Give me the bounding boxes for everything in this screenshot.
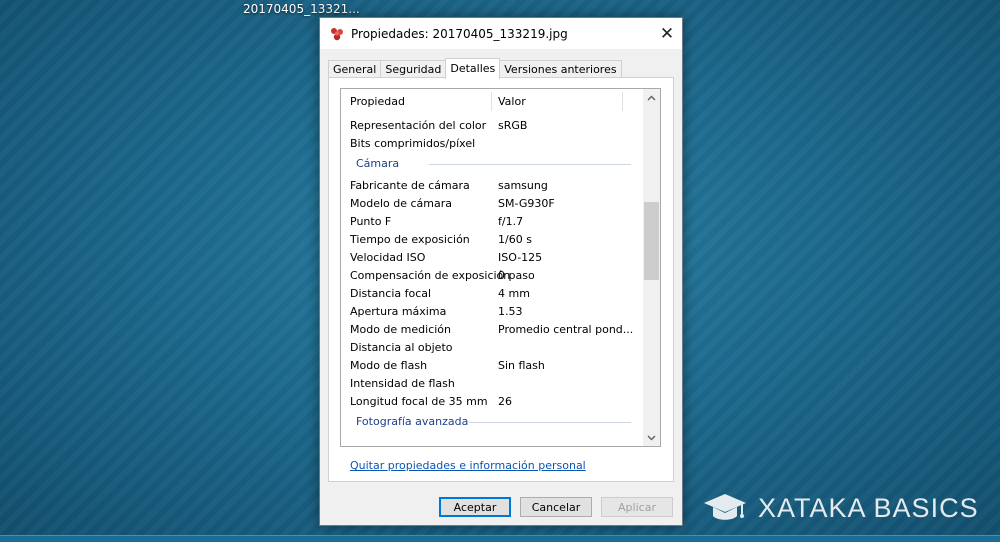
- section-divider: [429, 164, 631, 165]
- table-row[interactable]: Representación del color sRGB: [341, 116, 641, 134]
- section-divider: [469, 422, 631, 423]
- table-row[interactable]: Modelo de cámara SM-G930F: [341, 194, 641, 212]
- tab-general[interactable]: General: [328, 60, 382, 78]
- tab-details[interactable]: Detalles: [445, 58, 501, 79]
- property-value: f/1.7: [498, 215, 524, 228]
- properties-dialog: Propiedades: 20170405_133219.jpg ✕ Gener…: [319, 17, 683, 526]
- table-row[interactable]: Punto F f/1.7: [341, 212, 641, 230]
- property-value: Promedio central pond...: [498, 323, 634, 336]
- column-header: Propiedad Valor: [341, 89, 641, 111]
- property-key: Compensación de exposición: [350, 269, 511, 282]
- close-button[interactable]: ✕: [652, 18, 682, 49]
- property-key: Velocidad ISO: [350, 251, 426, 264]
- property-key: Distancia al objeto: [350, 341, 453, 354]
- table-row[interactable]: Modo de medición Promedio central pond...: [341, 320, 641, 338]
- close-icon: ✕: [659, 23, 675, 44]
- property-key: Fabricante de cámara: [350, 179, 470, 192]
- graduation-cap-icon: [704, 494, 746, 520]
- table-row[interactable]: Intensidad de flash: [341, 374, 641, 392]
- dialog-title: Propiedades: 20170405_133219.jpg: [351, 26, 568, 41]
- property-key: Modelo de cámara: [350, 197, 453, 210]
- title-bar[interactable]: Propiedades: 20170405_133219.jpg ✕: [320, 18, 682, 49]
- section-header-camera: Cámara: [341, 152, 641, 176]
- desktop-icon-label[interactable]: 20170405_13321...: [243, 2, 360, 16]
- section-header-advanced-photo: Fotografía avanzada: [341, 410, 641, 434]
- scroll-down-button[interactable]: [643, 429, 660, 446]
- table-row[interactable]: Distancia al objeto: [341, 338, 641, 356]
- property-value: Sin flash: [498, 359, 545, 372]
- table-row[interactable]: Fabricante de cámara samsung: [341, 176, 641, 194]
- property-key: Tiempo de exposición: [350, 233, 470, 246]
- property-key: Punto F: [350, 215, 392, 228]
- property-key: Modo de medición: [350, 323, 452, 336]
- table-row[interactable]: Bits comprimidos/píxel: [341, 134, 641, 152]
- property-value: 1/60 s: [498, 233, 532, 246]
- property-value: 0 paso: [498, 269, 535, 282]
- watermark-text: XATAKA BASICS: [758, 492, 979, 523]
- chevron-down-icon: [647, 435, 656, 440]
- property-key: Apertura máxima: [350, 305, 447, 318]
- table-row[interactable]: Velocidad ISO ISO-125: [341, 248, 641, 266]
- column-divider[interactable]: [491, 92, 492, 111]
- tab-security[interactable]: Seguridad: [380, 60, 447, 78]
- property-value: sRGB: [498, 119, 528, 132]
- watermark: XATAKA BASICS: [702, 491, 979, 525]
- column-header-value[interactable]: Valor: [498, 95, 526, 108]
- taskbar-edge: [0, 535, 1000, 542]
- table-row[interactable]: Tiempo de exposición 1/60 s: [341, 230, 641, 248]
- property-key: Bits comprimidos/píxel: [350, 137, 476, 150]
- property-value: 1.53: [498, 305, 523, 318]
- table-row[interactable]: Longitud focal de 35 mm 26: [341, 392, 641, 410]
- section-title: Cámara: [356, 157, 400, 170]
- details-tab-page: Propiedad Valor Unidad de resolución 2 R…: [328, 77, 674, 482]
- vertical-scrollbar[interactable]: [643, 89, 660, 446]
- apply-button[interactable]: Aplicar: [601, 497, 673, 517]
- property-value: samsung: [498, 179, 548, 192]
- table-row[interactable]: Distancia focal 4 mm: [341, 284, 641, 302]
- remove-properties-link[interactable]: Quitar propiedades e información persona…: [350, 459, 586, 472]
- section-title: Fotografía avanzada: [356, 415, 469, 428]
- property-value: 4 mm: [498, 287, 530, 300]
- property-value: ISO-125: [498, 251, 543, 264]
- table-row[interactable]: Compensación de exposición 0 paso: [341, 266, 641, 284]
- properties-list[interactable]: Propiedad Valor Unidad de resolución 2 R…: [340, 88, 661, 447]
- tab-previous-versions[interactable]: Versiones anteriores: [499, 60, 622, 78]
- scroll-thumb[interactable]: [644, 202, 659, 280]
- cancel-button[interactable]: Cancelar: [520, 497, 592, 517]
- property-key: Representación del color: [350, 119, 487, 132]
- photo-file-icon: [331, 27, 343, 40]
- property-key: Modo de flash: [350, 359, 428, 372]
- property-key: Intensidad de flash: [350, 377, 455, 390]
- property-key: Longitud focal de 35 mm: [350, 395, 488, 408]
- table-row[interactable]: Modo de flash Sin flash: [341, 356, 641, 374]
- tab-strip: General Seguridad Detalles Versiones ant…: [328, 58, 622, 79]
- property-rows: Unidad de resolución 2 Representación de…: [341, 108, 641, 434]
- property-value: SM-G930F: [498, 197, 555, 210]
- property-value: 26: [498, 395, 512, 408]
- scroll-up-button[interactable]: [643, 89, 660, 106]
- property-key: Distancia focal: [350, 287, 432, 300]
- column-header-property[interactable]: Propiedad: [350, 95, 405, 108]
- ok-button[interactable]: Aceptar: [439, 497, 511, 517]
- chevron-up-icon: [647, 95, 656, 100]
- column-divider[interactable]: [622, 92, 623, 111]
- table-row[interactable]: Apertura máxima 1.53: [341, 302, 641, 320]
